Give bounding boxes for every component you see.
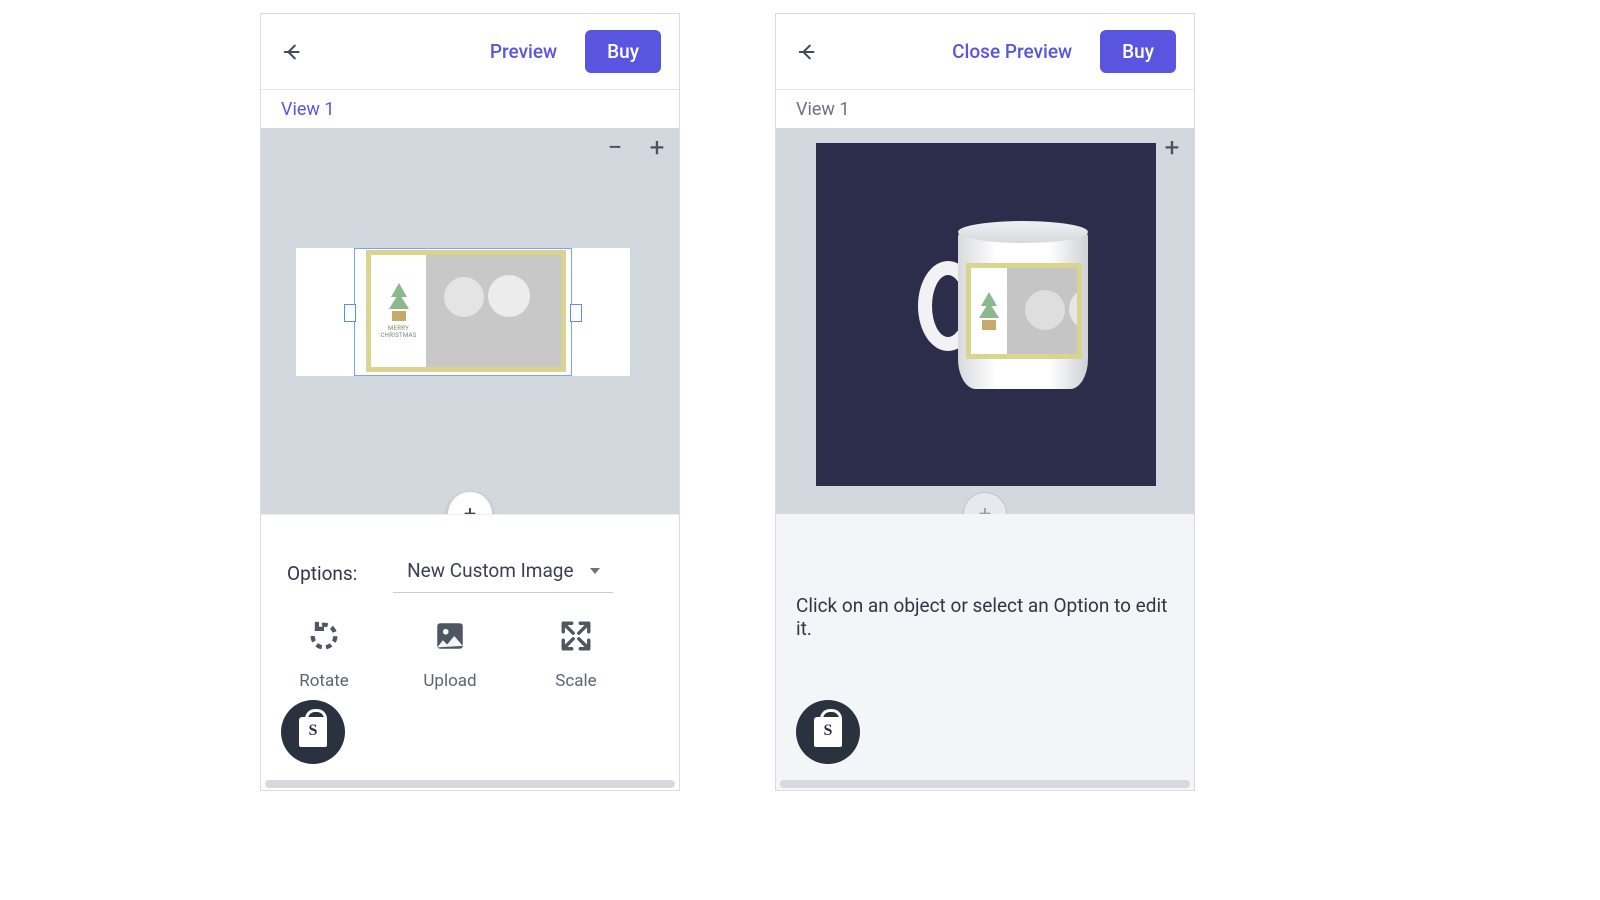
preview-button[interactable]: Preview	[480, 34, 567, 69]
mug-model[interactable]	[924, 221, 1094, 401]
design-canvas[interactable]: − + MERRY CHRISTMAS +	[261, 128, 679, 514]
options-selected-value: New Custom Image	[407, 559, 573, 582]
options-panel: Options: New Custom Image Rotate	[261, 514, 679, 790]
shopify-badge[interactable]	[796, 700, 860, 764]
placed-image[interactable]: MERRY CHRISTMAS	[366, 250, 566, 372]
chevron-down-icon	[590, 568, 600, 574]
zoom-controls: − +	[603, 138, 669, 158]
horizontal-scrollbar[interactable]	[780, 780, 1190, 788]
options-label: Options:	[287, 562, 357, 585]
scale-icon	[559, 619, 593, 653]
card-photo	[1007, 268, 1077, 354]
zoom-in-button[interactable]: +	[645, 138, 669, 158]
image-icon	[433, 619, 467, 653]
preview-canvas[interactable]: − + +	[776, 128, 1194, 514]
rotate-icon	[307, 619, 341, 653]
zoom-out-button[interactable]: −	[603, 138, 627, 158]
close-preview-button[interactable]: Close Preview	[942, 34, 1082, 69]
shopping-bag-icon	[814, 717, 842, 747]
buy-button[interactable]: Buy	[1100, 30, 1176, 73]
tool-row: Rotate Upload Scale	[261, 597, 679, 699]
card-tree-graphic	[971, 268, 1007, 354]
view-tab[interactable]: View 1	[261, 90, 679, 128]
rotate-tool[interactable]: Rotate	[289, 619, 359, 691]
upload-label: Upload	[423, 671, 476, 691]
shopify-badge[interactable]	[281, 700, 345, 764]
upload-tool[interactable]: Upload	[415, 619, 485, 691]
preview-header: Close Preview Buy	[776, 14, 1194, 90]
hint-text: Click on an object or select an Option t…	[776, 546, 1194, 640]
back-button[interactable]	[790, 34, 826, 70]
horizontal-scrollbar[interactable]	[265, 780, 675, 788]
scale-tool[interactable]: Scale	[541, 619, 611, 691]
card-tree-graphic: MERRY CHRISTMAS	[371, 255, 426, 367]
zoom-in-button[interactable]: +	[1160, 138, 1184, 158]
three-d-stage[interactable]	[816, 143, 1156, 486]
shopping-bag-icon	[299, 717, 327, 747]
back-button[interactable]	[275, 34, 311, 70]
editor-panel: Preview Buy View 1 − + MERRY CHRISTMAS	[260, 13, 680, 791]
buy-button[interactable]: Buy	[585, 30, 661, 73]
preview-lower: Click on an object or select an Option t…	[776, 514, 1194, 790]
card-photo	[426, 255, 561, 367]
options-select[interactable]: New Custom Image	[393, 553, 613, 593]
design-surface[interactable]: MERRY CHRISTMAS	[296, 248, 630, 376]
arrow-left-icon	[797, 41, 819, 63]
card-caption: MERRY CHRISTMAS	[371, 325, 426, 339]
preview-panel: Close Preview Buy View 1 − +	[775, 13, 1195, 791]
rotate-label: Rotate	[299, 671, 349, 691]
view-tab[interactable]: View 1	[776, 90, 1194, 128]
mug-rim	[958, 221, 1088, 243]
arrow-left-icon	[282, 41, 304, 63]
scale-label: Scale	[555, 671, 596, 691]
editor-header: Preview Buy	[261, 14, 679, 90]
mug-artwork	[966, 263, 1082, 359]
